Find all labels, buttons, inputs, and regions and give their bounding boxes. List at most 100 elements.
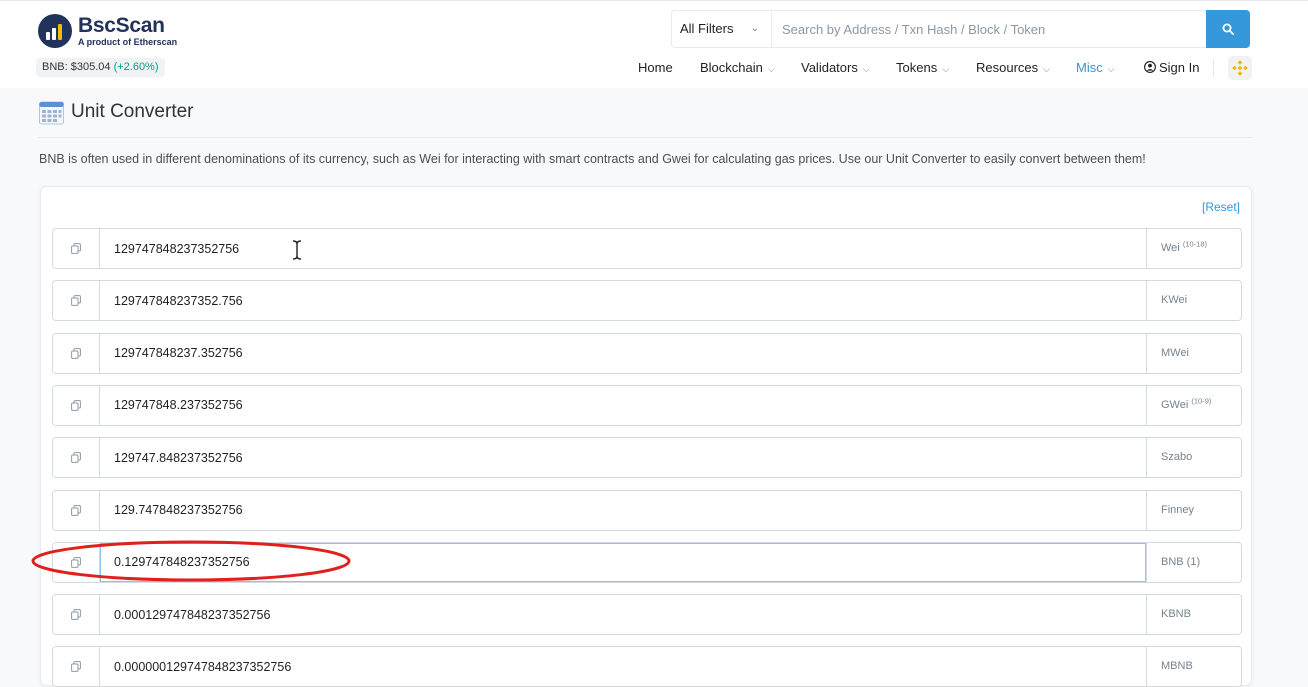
nav-home-label: Home [638, 60, 673, 75]
copy-icon [71, 347, 81, 359]
unit-value-input[interactable] [100, 333, 1146, 373]
copy-button[interactable] [53, 490, 100, 530]
reset-link[interactable]: [Reset] [1202, 200, 1240, 214]
unit-label: KWei [1146, 281, 1241, 321]
unit-label: Wei (10-18) [1146, 229, 1241, 268]
user-icon [1144, 61, 1156, 73]
logo-mark-icon [38, 14, 72, 48]
copy-button[interactable] [53, 333, 100, 373]
chevron-down-icon: ⌵ [942, 64, 950, 74]
unit-name: Finney [1161, 503, 1195, 516]
copy-icon [71, 243, 81, 254]
copy-button[interactable] [53, 438, 100, 478]
nav-sign-in-label: Sign In [1159, 60, 1200, 75]
copy-icon [71, 452, 81, 464]
nav-validators[interactable]: Validators ⌵ [801, 58, 870, 79]
copy-icon [71, 661, 81, 673]
copy-button[interactable] [53, 595, 100, 635]
nav-tokens-label: Tokens [896, 60, 938, 75]
unit-label: BNB (1) [1146, 542, 1241, 582]
copy-icon [71, 295, 81, 307]
unit-name: BNB (1) [1161, 555, 1201, 568]
unit-name: GWei [1161, 398, 1189, 411]
unit-row: GWei (10-9) [52, 384, 1242, 426]
search-button[interactable] [1206, 10, 1250, 48]
chevron-down-icon: ⌵ [862, 64, 870, 74]
unit-exponent: (10-18) [1182, 239, 1207, 249]
calendar-icon [39, 101, 64, 125]
unit-value-input[interactable] [100, 595, 1146, 635]
unit-label: Finney [1146, 490, 1241, 530]
page-description: BNB is often used in different denominat… [39, 152, 1146, 166]
chevron-down-icon: ⌵ [767, 64, 775, 74]
unit-label: KBNB [1146, 595, 1241, 635]
copy-icon [71, 399, 81, 411]
logo-subtitle: A product of Etherscan [78, 37, 178, 47]
unit-name: Wei [1161, 242, 1180, 254]
nav-resources[interactable]: Resources ⌵ [976, 58, 1050, 79]
copy-button[interactable] [53, 385, 100, 425]
title-divider [38, 137, 1252, 138]
bnb-price-change: (+2.60%) [113, 61, 159, 73]
copy-icon [71, 556, 81, 568]
chevron-down-icon: ⌵ [1107, 64, 1115, 74]
nav-tokens[interactable]: Tokens ⌵ [896, 58, 949, 79]
search-icon [1222, 23, 1234, 35]
search-input[interactable] [772, 11, 1206, 47]
nav-divider [1213, 59, 1214, 77]
nav-blockchain[interactable]: Blockchain ⌵ [700, 58, 775, 79]
unit-name: MWei [1161, 346, 1189, 359]
unit-label: GWei (10-9) [1146, 385, 1241, 425]
search-bar: All Filters ⌄ [671, 10, 1250, 48]
nav-misc[interactable]: Misc ⌵ [1076, 58, 1115, 79]
nav-blockchain-label: Blockchain [700, 60, 763, 75]
unit-value-input[interactable] [100, 647, 1146, 687]
unit-value-input[interactable] [100, 281, 1146, 321]
unit-row: KBNB [52, 594, 1242, 636]
unit-value-input[interactable] [100, 438, 1146, 478]
nav-resources-label: Resources [976, 60, 1039, 75]
unit-row: Wei (10-18) [52, 228, 1242, 269]
nav-misc-label: Misc [1076, 60, 1103, 75]
converter-card: [Reset] Wei (10-18) KWei MWei GWei (10-9) Sz… [40, 186, 1252, 687]
chevron-down-icon: ⌄ [750, 23, 759, 34]
bscscan-logo[interactable]: BscScan A product of Etherscan [38, 14, 177, 48]
search-filter-value: All Filters [680, 21, 734, 36]
unit-value-input[interactable] [100, 385, 1146, 425]
copy-button[interactable] [53, 647, 100, 687]
bnb-price: BNB: $305.04 [42, 61, 111, 73]
nav-home[interactable]: Home [638, 58, 673, 78]
logo-name: BscScan [78, 14, 165, 37]
unit-name: KBNB [1161, 608, 1191, 621]
unit-value-input[interactable] [100, 542, 1146, 582]
unit-row: Szabo [52, 437, 1242, 479]
bnb-logo-icon [1232, 60, 1248, 76]
unit-value-input[interactable] [100, 490, 1146, 530]
copy-button[interactable] [53, 229, 100, 268]
unit-label: MWei [1146, 333, 1241, 373]
unit-label: Szabo [1146, 438, 1241, 478]
copy-button[interactable] [53, 542, 100, 582]
unit-row: BNB (1) [52, 541, 1242, 583]
copy-icon [71, 609, 81, 620]
unit-row: MBNB [52, 646, 1242, 687]
unit-name: Szabo [1161, 451, 1193, 464]
nav-sign-in[interactable]: Sign In [1144, 58, 1199, 78]
unit-row: MWei [52, 332, 1242, 374]
page-title: Unit Converter [71, 101, 194, 122]
copy-button[interactable] [53, 281, 100, 321]
bnb-network-button[interactable] [1228, 56, 1252, 80]
unit-name: KWei [1161, 294, 1188, 307]
nav-validators-label: Validators [801, 60, 858, 75]
site-header: BscScan A product of Etherscan BNB: $305… [0, 0, 1308, 88]
search-filter-select[interactable]: All Filters ⌄ [672, 11, 772, 47]
copy-icon [71, 504, 81, 516]
unit-row: KWei [52, 280, 1242, 322]
unit-exponent: (10-9) [1191, 396, 1212, 406]
unit-label: MBNB [1146, 647, 1241, 687]
bnb-price-badge: BNB: $305.04 (+2.60%) [36, 58, 165, 77]
unit-row: Finney [52, 489, 1242, 531]
unit-name: MBNB [1161, 660, 1193, 673]
unit-value-input[interactable] [100, 229, 1146, 268]
chevron-down-icon: ⌵ [1043, 64, 1050, 74]
